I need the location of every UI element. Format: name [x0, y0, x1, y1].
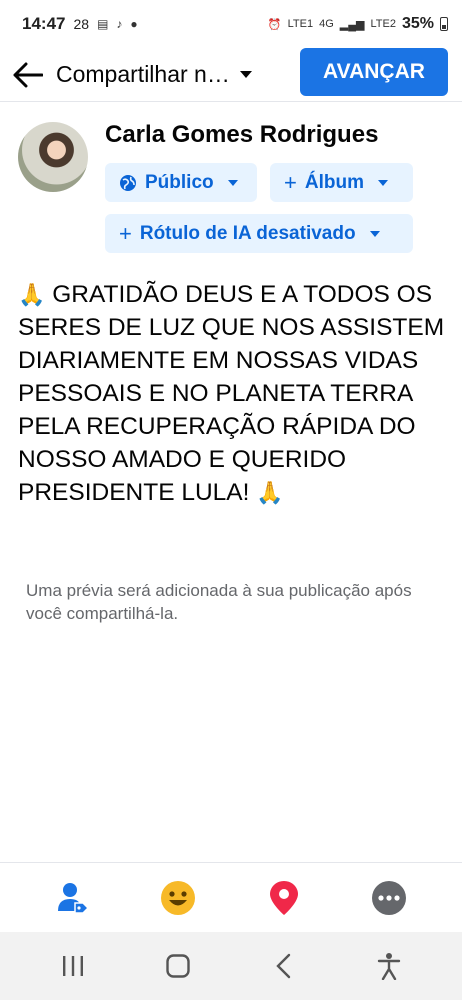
chevron-down-icon	[369, 230, 380, 237]
page-title: Compartilhar n…	[56, 61, 230, 87]
chevron-down-icon	[377, 179, 388, 186]
accessibility-icon	[378, 953, 401, 980]
battery-percentage: 35%	[401, 15, 434, 32]
more-icon	[372, 880, 407, 915]
battery-icon	[440, 17, 448, 31]
folded-hands-emoji: 🙏	[256, 480, 284, 505]
post-text-input[interactable]: 🙏 GRATIDÃO DEUS E A TODOS OS SERES DE LU…	[18, 278, 448, 509]
composer-toolbar	[0, 862, 462, 932]
system-nav-bar	[0, 932, 462, 1000]
signal-icon: ▂▄▆	[339, 18, 365, 31]
avatar	[18, 122, 88, 192]
header: Compartilhar n… AVANÇAR	[0, 48, 462, 102]
plus-icon: +	[119, 220, 132, 246]
feeling-button[interactable]	[152, 872, 204, 924]
more-options-button[interactable]	[363, 872, 415, 924]
status-bar: 14:47 28 ▤ ♪ ● ⏰ LTE1 4G ▂▄▆ LTE2 35%	[0, 0, 462, 48]
alarm-icon: ⏰	[267, 18, 282, 31]
back-button[interactable]	[0, 48, 56, 102]
accessibility-button[interactable]	[359, 941, 419, 991]
privacy-label: Público	[145, 171, 214, 193]
volte2-icon: LTE2	[370, 18, 396, 30]
home-button[interactable]	[148, 941, 208, 991]
preview-note: Uma prévia será adicionada à sua publica…	[26, 581, 412, 623]
ai-label-button[interactable]: + Rótulo de IA desativado	[105, 214, 413, 253]
tiktok-icon: ♪	[116, 17, 123, 31]
globe-icon	[120, 174, 136, 191]
back-nav-button[interactable]	[254, 941, 314, 991]
album-button[interactable]: + Álbum	[270, 163, 413, 202]
post-text: GRATIDÃO DEUS E A TODOS OS SERES DE LUZ …	[18, 281, 445, 506]
dot-icon: ●	[130, 17, 138, 31]
chevron-down-icon	[227, 179, 238, 186]
audience-title-dropdown[interactable]: Compartilhar n…	[56, 61, 288, 88]
status-temperature: 28	[73, 16, 90, 32]
4g-icon: 4G	[319, 18, 334, 30]
recent-apps-icon	[62, 956, 83, 976]
home-icon	[166, 954, 190, 978]
back-icon	[276, 953, 290, 979]
tag-people-button[interactable]	[47, 872, 99, 924]
tag-people-icon	[57, 882, 89, 914]
recent-apps-button[interactable]	[43, 941, 103, 991]
author-name: Carla Gomes Rodrigues	[105, 121, 379, 148]
status-time: 14:47	[22, 14, 66, 33]
ai-label: Rótulo de IA desativado	[139, 222, 356, 244]
location-button[interactable]	[258, 872, 310, 924]
plus-icon: +	[284, 169, 297, 195]
next-button[interactable]: AVANÇAR	[300, 48, 448, 96]
volte1-icon: LTE1	[287, 18, 314, 30]
pdf-icon: ▤	[97, 17, 109, 31]
folded-hands-emoji: 🙏	[18, 282, 46, 307]
chevron-down-icon	[239, 71, 252, 78]
album-label: Álbum	[304, 171, 364, 193]
location-pin-icon	[269, 880, 298, 915]
privacy-public-button[interactable]: Público	[105, 163, 257, 202]
status-left: 14:47 28 ▤ ♪ ●	[22, 14, 138, 34]
feeling-icon	[161, 880, 196, 915]
status-right: ⏰ LTE1 4G ▂▄▆ LTE2 35%	[268, 15, 448, 33]
back-arrow-icon	[13, 62, 43, 87]
